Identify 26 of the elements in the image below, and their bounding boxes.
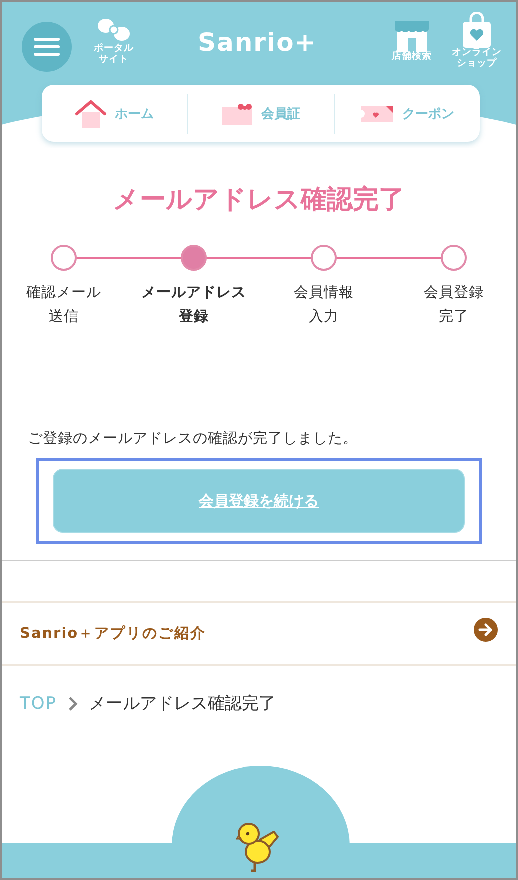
house-icon — [75, 100, 108, 128]
store-search-link[interactable]: 店舗検索 — [392, 18, 432, 63]
chevron-right-icon — [67, 696, 80, 712]
breadcrumb-link[interactable]: TOP — [20, 694, 58, 714]
menu-button[interactable] — [22, 22, 72, 72]
logo[interactable]: Sanrio+ — [198, 28, 317, 57]
shopping-bag-icon — [460, 12, 494, 48]
message-text: ご登録のメールアドレスの確認が完了しました。 — [27, 430, 358, 448]
breadcrumb-current: メールアドレス確認完了 — [89, 693, 276, 715]
nav-link[interactable]: 会員証 — [188, 85, 334, 142]
menu-icon — [34, 37, 60, 57]
step-label: 確認メール 送信 — [26, 284, 102, 327]
nav-link[interactable]: クーポン — [334, 85, 480, 142]
bow-icon — [97, 16, 131, 44]
store-icon — [394, 18, 430, 52]
page-title: メールアドレス確認完了 — [113, 184, 405, 217]
step-label: メールアドレス 登録 — [142, 284, 246, 327]
online-shop-link[interactable]: オンライン ショップ — [452, 12, 502, 70]
member-card-icon — [221, 102, 254, 124]
continue-button[interactable]: 会員登録を続ける — [53, 469, 465, 533]
portal-link[interactable]: ポータル サイト — [94, 16, 134, 66]
step-label: 会員登録 完了 — [424, 284, 484, 327]
arrow-right-icon — [473, 617, 499, 643]
nav-link[interactable]: ホーム — [42, 85, 188, 142]
coupon-icon — [360, 104, 394, 124]
step-label: 会員情報 入力 — [294, 284, 354, 327]
